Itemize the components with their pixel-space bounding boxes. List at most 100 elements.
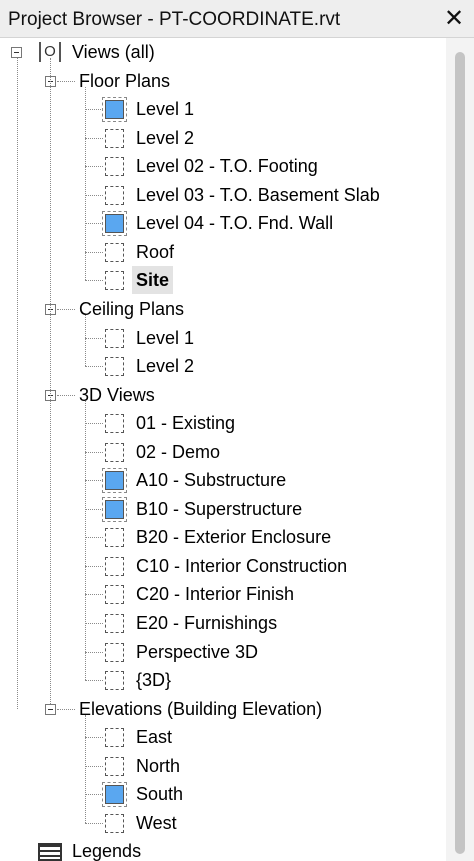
tree-connector	[85, 651, 103, 653]
view-item[interactable]: Site	[0, 266, 446, 295]
tree-connector	[85, 451, 103, 453]
view-item[interactable]: West	[0, 809, 446, 837]
view-icon	[105, 442, 124, 462]
view-item-label: Level 03 - T.O. Basement Slab	[136, 184, 380, 205]
tree-connector	[57, 308, 75, 310]
view-icon	[105, 357, 124, 377]
view-icon	[105, 671, 124, 691]
tree-connector	[85, 508, 103, 510]
view-item[interactable]: Level 1	[0, 95, 446, 123]
view-item-label: Level 1	[136, 327, 195, 348]
view-item[interactable]: East	[0, 723, 446, 751]
view-icon	[105, 185, 124, 205]
view-item[interactable]: E20 - Furnishings	[0, 609, 446, 637]
view-item[interactable]: North	[0, 752, 446, 780]
view-icon	[105, 813, 124, 833]
view-icon	[105, 414, 124, 434]
tree-connector	[85, 109, 103, 111]
tree-connector	[85, 194, 103, 196]
view-item-label: West	[136, 812, 177, 833]
view-item-label: A10 - Substructure	[136, 470, 287, 491]
view-item[interactable]: Level 1	[0, 324, 446, 352]
view-item-label: Level 1	[136, 99, 195, 120]
view-item[interactable]: B10 - Superstructure	[0, 495, 446, 523]
view-item-label: 02 - Demo	[136, 441, 221, 462]
view-item-label: Roof	[136, 241, 175, 262]
tree-node-label: Views (all)	[72, 42, 155, 62]
view-item[interactable]: C10 - Interior Construction	[0, 552, 446, 580]
view-item[interactable]: 01 - Existing	[0, 409, 446, 437]
tree-connector	[17, 58, 18, 709]
tree-connector	[85, 714, 86, 823]
view-item-label: 01 - Existing	[136, 413, 236, 434]
view-item-label: B10 - Superstructure	[136, 498, 303, 519]
title-bar: Project Browser - PT-COORDINATE.rvt ✕	[0, 0, 474, 38]
open-view-icon	[102, 211, 127, 237]
tree-connector	[85, 737, 103, 739]
view-icon	[105, 728, 124, 748]
view-icon	[105, 556, 124, 576]
tree-node-label: Legends	[72, 841, 142, 861]
view-icon	[105, 528, 124, 548]
vertical-scrollbar[interactable]	[446, 38, 474, 861]
tree-node-legends[interactable]: Legends	[0, 837, 446, 861]
tree-connector	[85, 251, 103, 253]
view-item[interactable]: Level 04 - T.O. Fnd. Wall	[0, 209, 446, 237]
view-item[interactable]: Roof	[0, 238, 446, 266]
open-view-icon	[102, 97, 127, 123]
view-item-label: Perspective 3D	[136, 641, 259, 662]
open-view-icon	[102, 468, 127, 494]
collapse-icon[interactable]	[11, 47, 22, 58]
view-icon	[105, 271, 124, 291]
view-item-label: {3D}	[136, 670, 172, 691]
tree-connector	[85, 480, 103, 482]
view-icon	[105, 242, 124, 262]
tree-connector	[57, 394, 75, 396]
view-item[interactable]: Level 2	[0, 352, 446, 380]
tree-connector	[57, 80, 75, 82]
tree-connector	[85, 794, 103, 796]
tree-connector	[50, 58, 51, 704]
tree-connector	[85, 337, 103, 339]
tree-connector	[85, 314, 86, 367]
tree-connector	[85, 423, 103, 425]
view-item-label: B20 - Exterior Enclosure	[136, 527, 332, 548]
tree-connector	[85, 137, 103, 139]
tree-connector	[85, 623, 103, 624]
view-item[interactable]: {3D}	[0, 666, 446, 694]
scrollbar-thumb[interactable]	[455, 52, 465, 854]
view-item-label: North	[136, 755, 181, 776]
tree-node-views-all[interactable]: O Views (all)	[0, 38, 446, 66]
tree-connector	[57, 708, 75, 710]
tree-connector	[85, 822, 103, 824]
window-title: Project Browser - PT-COORDINATE.rvt	[8, 9, 341, 30]
view-item-label: E20 - Furnishings	[136, 613, 278, 633]
tree-connector	[85, 537, 103, 539]
view-item[interactable]: South	[0, 780, 446, 808]
tree-connector	[85, 680, 103, 682]
view-item[interactable]: Level 02 - T.O. Footing	[0, 152, 446, 180]
project-browser-tree[interactable]: O Views (all) Floor Plans Level 1 Level 2 Lev…	[0, 38, 446, 861]
view-item-label: East	[136, 727, 173, 748]
view-item-label: South	[136, 784, 184, 805]
view-item-label: Level 04 - T.O. Fnd. Wall	[136, 213, 334, 234]
open-view-icon	[102, 782, 127, 808]
view-item-label: C10 - Interior Construction	[136, 555, 348, 576]
tree-node-label: Ceiling Plans	[79, 298, 185, 319]
view-icon	[105, 585, 124, 605]
tree-connector	[85, 594, 103, 596]
tree-connector	[85, 86, 86, 281]
collapse-icon[interactable]	[45, 703, 56, 715]
view-item-label: C20 - Interior Finish	[136, 584, 295, 605]
view-item[interactable]: B20 - Exterior Enclosure	[0, 523, 446, 551]
view-icon	[105, 328, 124, 348]
view-item[interactable]: 02 - Demo	[0, 438, 446, 466]
close-icon[interactable]: ✕	[440, 5, 468, 33]
view-item[interactable]: A10 - Substructure	[0, 466, 446, 494]
view-item-label: Level 2	[136, 127, 195, 148]
view-item[interactable]: Level 03 - T.O. Basement Slab	[0, 181, 446, 209]
view-item[interactable]: Level 2	[0, 124, 446, 152]
view-item[interactable]: Perspective 3D	[0, 638, 446, 666]
view-item[interactable]: C20 - Interior Finish	[0, 580, 446, 608]
view-icon	[105, 614, 124, 633]
